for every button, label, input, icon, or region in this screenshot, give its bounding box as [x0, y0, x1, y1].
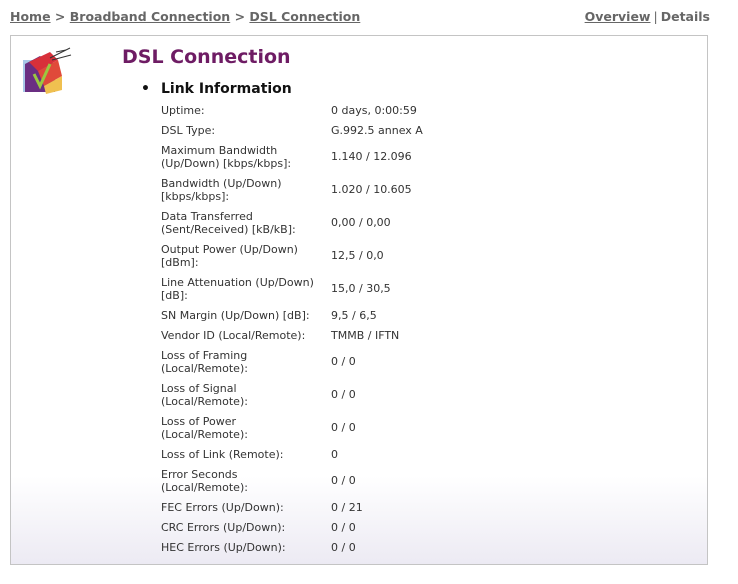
info-label: HEC Errors (Up/Down):: [161, 541, 286, 554]
info-value: 1.020 / 10.605: [331, 183, 412, 196]
info-label: Output Power (Up/Down) [dBm]:: [161, 243, 298, 269]
details-label: Details: [660, 9, 710, 24]
info-value: 0 / 0: [331, 474, 356, 487]
info-label: Loss of Signal (Local/Remote):: [161, 382, 248, 408]
info-value: 0: [331, 448, 338, 461]
info-label: Error Seconds (Local/Remote):: [161, 468, 248, 494]
breadcrumb-separator: >: [54, 9, 66, 24]
section-title: Link Information: [161, 81, 292, 97]
bullet-icon: •: [141, 81, 150, 97]
dsl-house-logo-icon: [23, 47, 72, 94]
info-value: 1.140 / 12.096: [331, 150, 412, 163]
info-label: Data Transferred (Sent/Received) [kB/kB]…: [161, 210, 296, 236]
info-value: 0 / 0: [331, 355, 356, 368]
info-value: 0 days, 0:00:59: [331, 104, 417, 117]
info-label: Maximum Bandwidth (Up/Down) [kbps/kbps]:: [161, 144, 292, 170]
info-label: Uptime:: [161, 104, 205, 117]
page-title: DSL Connection: [122, 46, 291, 68]
info-label: Loss of Power (Local/Remote):: [161, 415, 248, 441]
info-label: Bandwidth (Up/Down) [kbps/kbps]:: [161, 177, 282, 203]
info-value: 0 / 0: [331, 421, 356, 434]
view-nav-separator: |: [653, 9, 658, 24]
breadcrumb-dsl-link[interactable]: DSL Connection: [249, 9, 360, 24]
info-value: 0 / 21: [331, 501, 363, 514]
info-value: G.992.5 annex A: [331, 124, 423, 137]
info-label: Loss of Link (Remote):: [161, 448, 284, 461]
info-label: Loss of Framing (Local/Remote):: [161, 349, 248, 375]
content-panel: DSL Connection • Link Information Uptime…: [10, 35, 708, 565]
info-value: 0,00 / 0,00: [331, 216, 391, 229]
info-value: 9,5 / 6,5: [331, 309, 377, 322]
info-value: 0 / 0: [331, 521, 356, 534]
info-label: CRC Errors (Up/Down):: [161, 521, 286, 534]
info-label: SN Margin (Up/Down) [dB]:: [161, 309, 310, 322]
breadcrumb-separator: >: [234, 9, 246, 24]
info-value: TMMB / IFTN: [331, 329, 400, 342]
info-value: 12,5 / 0,0: [331, 249, 384, 262]
info-label: Vendor ID (Local/Remote):: [161, 329, 306, 342]
breadcrumb-home-link[interactable]: Home: [10, 9, 51, 24]
info-label: DSL Type:: [161, 124, 216, 137]
top-bar: Home > Broadband Connection > DSL Connec…: [10, 9, 710, 27]
info-value: 15,0 / 30,5: [331, 282, 391, 295]
breadcrumb: Home > Broadband Connection > DSL Connec…: [10, 9, 360, 24]
overview-link[interactable]: Overview: [585, 9, 651, 24]
info-value: 0 / 0: [331, 541, 356, 554]
view-nav: Overview | Details: [585, 9, 710, 24]
info-value: 0 / 0: [331, 388, 356, 401]
info-label: Line Attenuation (Up/Down) [dB]:: [161, 276, 314, 302]
info-label: FEC Errors (Up/Down):: [161, 501, 284, 514]
breadcrumb-broadband-link[interactable]: Broadband Connection: [70, 9, 230, 24]
